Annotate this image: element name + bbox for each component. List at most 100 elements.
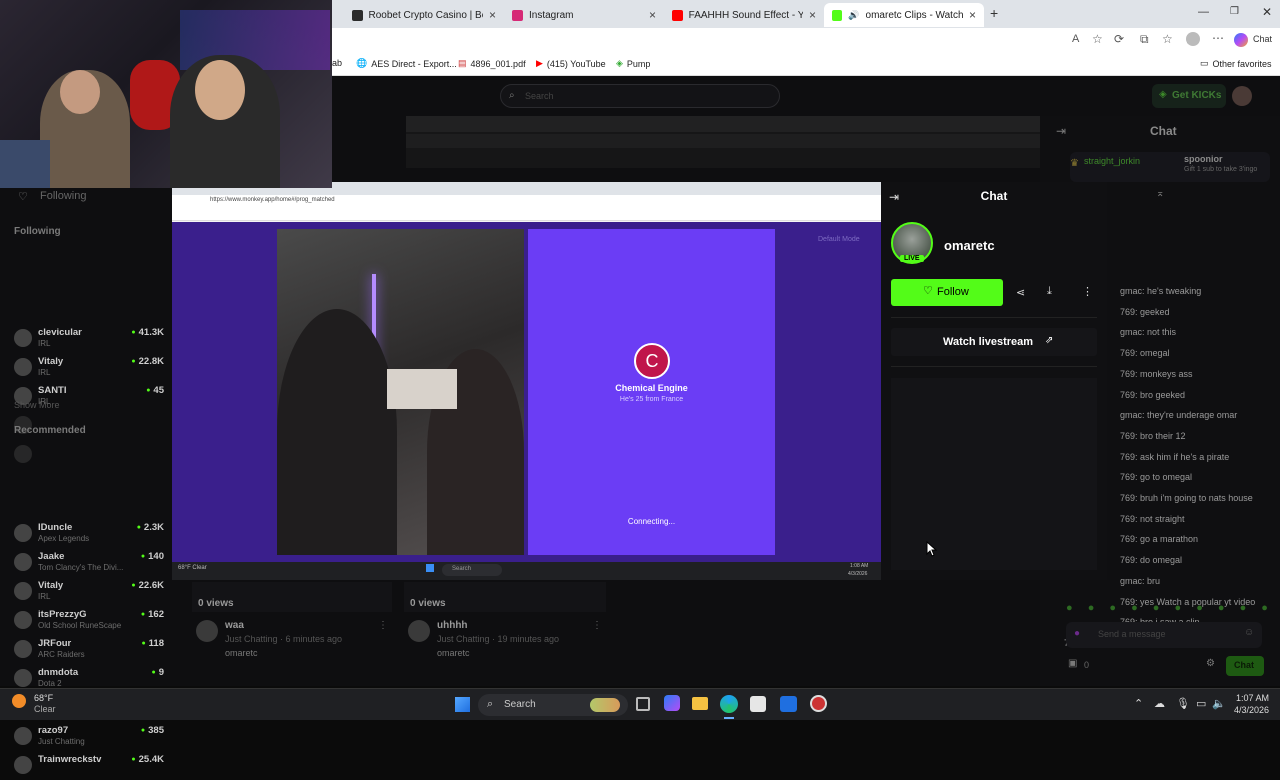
sidebar-channel-item[interactable]: JaakeTom Clancy's The Divi... 140 bbox=[14, 551, 164, 577]
clip-thumbnail[interactable]: 0 views bbox=[192, 582, 392, 612]
show-hidden-icons[interactable]: ⌃ bbox=[1134, 697, 1143, 710]
search-input[interactable]: ⌕ Search bbox=[500, 84, 780, 108]
download-icon[interactable]: ⤓ bbox=[1047, 285, 1052, 298]
match-name: Chemical Engine bbox=[615, 383, 688, 393]
close-tab-icon[interactable]: × bbox=[489, 8, 496, 22]
sidebar-channel-item[interactable]: clevicularIRL 41.3K bbox=[14, 327, 164, 353]
refresh-icon[interactable]: ⟳ bbox=[1114, 32, 1124, 46]
channel-category: Apex Legends bbox=[38, 534, 90, 543]
crown-icon: ♛ bbox=[1070, 158, 1079, 169]
close-tab-icon[interactable]: × bbox=[969, 8, 976, 22]
channel-avatar bbox=[14, 553, 32, 571]
sidebar-channel-item[interactable]: Trainwreckstv 25.4K bbox=[14, 754, 164, 780]
user-avatar[interactable] bbox=[1232, 86, 1252, 106]
get-kicks-button[interactable]: ◈ Get KICKs bbox=[1152, 84, 1226, 108]
favorites-icon[interactable]: ☆ bbox=[1162, 32, 1173, 46]
extensions-icon[interactable]: ⧉ bbox=[1140, 32, 1149, 47]
chat-message: gmac: they're underage omar bbox=[1120, 410, 1238, 421]
edge-browser-icon[interactable] bbox=[720, 695, 738, 713]
more-options-icon[interactable]: ⋮ bbox=[1082, 285, 1093, 298]
bookmark-item[interactable]: ab bbox=[332, 58, 342, 68]
channel-avatar bbox=[14, 358, 32, 376]
following-header[interactable]: Following bbox=[40, 190, 86, 202]
sidebar-channel-item[interactable]: VitalyIRL 22.6K bbox=[14, 580, 164, 606]
windows-start-icon[interactable] bbox=[455, 697, 470, 712]
chat-message: 769: bro geeked bbox=[1120, 389, 1186, 400]
collapse-chat-icon[interactable]: ⇥ bbox=[1056, 124, 1066, 138]
copilot-icon[interactable] bbox=[1234, 33, 1248, 47]
screen-share-overlay: https://www.monkey.app/home#/prog_matche… bbox=[172, 182, 881, 580]
channel-name: Jaake bbox=[38, 551, 65, 562]
favorite-star-icon[interactable]: ☆ bbox=[1092, 32, 1103, 46]
streamer-username[interactable]: omaretc bbox=[944, 238, 995, 253]
share-icon[interactable]: ⋖ bbox=[1016, 286, 1025, 299]
display-icon[interactable]: ▭ bbox=[1196, 697, 1206, 710]
emote-icons[interactable]: ● ● ● ● ● ● ● ● ● ● bbox=[1066, 602, 1274, 614]
tab-roobet[interactable]: Roobet Crypto Casino | Best Bitcoi × bbox=[344, 3, 504, 27]
gift-icon[interactable]: ▣ bbox=[1068, 658, 1077, 669]
chrome-icon[interactable] bbox=[810, 695, 827, 712]
microphone-icon[interactable]: 🎙 bbox=[1176, 697, 1190, 710]
close-window-icon[interactable]: ✕ bbox=[1262, 5, 1272, 19]
more-menu-icon[interactable]: ⋯ bbox=[1212, 31, 1224, 45]
browser-tab-bar: Roobet Crypto Casino | Best Bitcoi × Ins… bbox=[332, 0, 1280, 28]
search-placeholder: Search bbox=[525, 91, 554, 101]
tab-youtube[interactable]: FAAHHH Sound Effect - YouTube × bbox=[664, 3, 824, 27]
sidebar-channel-item[interactable]: VitalyIRL 22.8K bbox=[14, 356, 164, 382]
tab-kick-active[interactable]: 🔊 omaretc Clips - Watch Live on × bbox=[824, 3, 984, 27]
clip-menu-icon[interactable]: ⋮ bbox=[378, 620, 388, 631]
close-tab-icon[interactable]: × bbox=[809, 8, 816, 22]
weather-icon[interactable] bbox=[12, 694, 26, 708]
monkey-app-background: Default Mode C Chemical Engine He's 25 f… bbox=[172, 222, 881, 562]
copilot-chat-label[interactable]: Chat bbox=[1253, 34, 1272, 44]
follow-button[interactable]: ♡ Follow bbox=[891, 279, 1003, 306]
clip-menu-icon[interactable]: ⋮ bbox=[592, 620, 602, 631]
mini-address-bar: https://www.monkey.app/home#/prog_matche… bbox=[172, 195, 881, 209]
default-mode-label[interactable]: Default Mode bbox=[818, 236, 860, 243]
profile-avatar[interactable] bbox=[1186, 32, 1200, 46]
chat-message: 769: not straight bbox=[1120, 513, 1185, 524]
outlook-icon[interactable] bbox=[780, 696, 797, 712]
sidebar-channel-item[interactable]: JRFourARC Raiders 118 bbox=[14, 638, 164, 664]
sidebar-channel-item[interactable]: razo97Just Chatting 385 bbox=[14, 725, 164, 751]
offline-channel-placeholder[interactable] bbox=[14, 445, 164, 463]
task-view-icon[interactable] bbox=[636, 697, 650, 711]
clip-author: omaretc bbox=[437, 648, 470, 658]
bookmark-item[interactable]: ▶ (415) YouTube bbox=[536, 58, 606, 69]
clip-thumbnail[interactable]: 0 views bbox=[404, 582, 606, 612]
tab-instagram[interactable]: Instagram × bbox=[504, 3, 664, 27]
chat-input[interactable]: ● Send a message ☺ bbox=[1066, 622, 1262, 648]
show-more-link[interactable]: Show More bbox=[14, 400, 60, 410]
restore-icon[interactable]: ❐ bbox=[1230, 6, 1239, 17]
bookmark-item[interactable]: ▤ 4896_001.pdf bbox=[458, 58, 526, 69]
minimize-icon[interactable]: — bbox=[1198, 6, 1209, 18]
clip-card[interactable]: waa Just Chatting · 6 minutes ago omaret… bbox=[192, 616, 392, 660]
cloud-icon[interactable]: ☁ bbox=[1154, 697, 1165, 710]
clip-card[interactable]: uhhhh Just Chatting · 19 minutes ago oma… bbox=[404, 616, 606, 660]
close-tab-icon[interactable]: × bbox=[649, 8, 656, 22]
chat-message: gmac: bru bbox=[1120, 575, 1161, 586]
store-icon[interactable] bbox=[750, 696, 766, 712]
emoji-icon[interactable]: ☺ bbox=[1244, 627, 1254, 638]
file-explorer-icon[interactable] bbox=[692, 697, 708, 710]
watch-livestream-button[interactable]: Watch livestream ⇗ bbox=[891, 328, 1097, 356]
clock-date[interactable]: 4/3/2026 bbox=[1234, 705, 1269, 715]
clip-author-avatar bbox=[196, 620, 218, 642]
bookmark-item[interactable]: ◈ Pump bbox=[616, 58, 650, 69]
sidebar-channel-item[interactable]: IDuncleApex Legends 2.3K bbox=[14, 522, 164, 548]
volume-icon[interactable]: 🔈 bbox=[1212, 697, 1226, 710]
read-aloud-icon[interactable]: A bbox=[1072, 33, 1079, 45]
heart-icon: ♡ bbox=[923, 285, 933, 297]
other-favorites[interactable]: ▭ Other favorites bbox=[1200, 58, 1272, 69]
send-chat-button[interactable]: Chat bbox=[1226, 656, 1264, 676]
sidebar-channel-item[interactable]: itsPrezzyGOld School RuneScape 162 bbox=[14, 609, 164, 635]
clock-time[interactable]: 1:07 AM bbox=[1236, 693, 1269, 703]
settings-gear-icon[interactable]: ⚙ bbox=[1206, 658, 1215, 669]
copilot-taskbar-icon[interactable] bbox=[664, 695, 680, 711]
pin-toggle-icon[interactable]: ⌅ bbox=[1156, 188, 1164, 199]
bookmark-item[interactable]: 🌐 AES Direct - Export... bbox=[356, 58, 457, 69]
chat-message: 769: bruh i'm going to nats house bbox=[1120, 493, 1253, 503]
new-tab-button[interactable]: + bbox=[990, 5, 998, 21]
taskbar-search[interactable]: ⌕ Search bbox=[478, 694, 628, 716]
viewer-count: 140 bbox=[141, 551, 164, 562]
